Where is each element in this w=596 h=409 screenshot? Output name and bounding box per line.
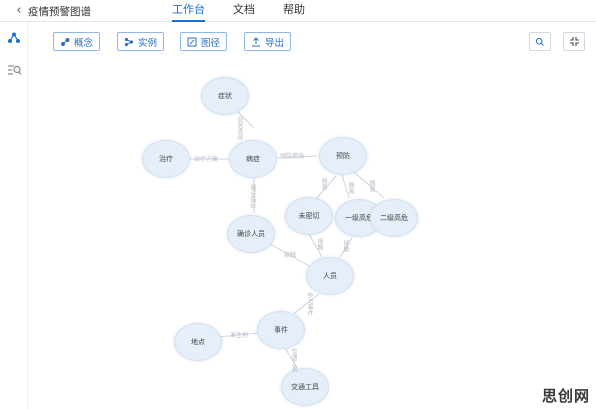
search-button[interactable] [529,32,551,51]
graph-node-location[interactable]: 地点 [174,323,222,361]
graph-node-vehicle[interactable]: 交通工具 [281,368,329,406]
chevron-left-icon[interactable]: ‹ [12,3,26,18]
edge-label: 隔离 [368,180,375,192]
export-button-label: 导出 [265,37,285,49]
edge-label: 预防措施 [280,153,305,160]
edge-label: 接触 [284,252,297,259]
export-button[interactable]: 导出 [244,32,292,51]
path-icon [187,37,197,47]
collapse-button[interactable] [563,32,585,51]
watermark: 思创网 [541,387,590,405]
edge-label: 症状表现 [236,116,243,140]
edge-label: 交通工具 [290,348,297,372]
graph-node-level2-risk[interactable]: 二级高危 [370,199,418,237]
graph-node-event[interactable]: 事件 [257,311,305,349]
path-button[interactable]: 图径 [180,32,228,51]
instance-icon [124,37,134,47]
concept-button-label: 概念 [74,37,94,49]
graph-node-prevention[interactable]: 预防 [319,137,367,175]
tab-help[interactable]: 帮助 [283,2,305,22]
edge-label: 发生地 [230,332,249,339]
concept-button[interactable]: 概念 [53,32,101,51]
graph-node-unconfirmed[interactable]: 未密切 [285,197,333,235]
collapse-icon [569,32,580,51]
edge-label: 接触 [342,240,349,252]
graph-node-disease[interactable]: 病症 [229,140,277,178]
concept-icon [60,37,70,47]
sidebar [0,23,28,409]
list-search-icon[interactable] [4,61,24,79]
edge-label: 隔离 [320,178,327,190]
path-button-label: 图径 [201,37,221,49]
top-bar: ‹ 疫情预警图谱 工作台 文档 帮助 [0,0,596,22]
graph-network-icon[interactable] [4,29,24,47]
graph-node-confirmed-person[interactable]: 确诊人员 [227,215,275,253]
edge-label: 参与事件 [306,292,313,316]
graph-canvas[interactable]: 症状 治疗 病症 预防 未密切 一级高危 二级高危 确诊人员 人员 地点 事件 … [29,58,596,409]
edge-label: 确诊病症 [249,184,256,208]
graph-node-symptom[interactable]: 症状 [201,77,249,115]
export-icon [251,36,261,47]
tab-docs[interactable]: 文档 [233,2,255,22]
graph-node-treatment[interactable]: 治疗 [142,140,190,178]
edge-label: 接触 [316,238,323,250]
instance-button-label: 实例 [138,37,158,49]
tab-workbench[interactable]: 工作台 [172,2,205,22]
page-title: 疫情预警图谱 [28,6,91,18]
search-icon [535,32,545,51]
graph-node-person[interactable]: 人员 [306,257,354,295]
instance-button[interactable]: 实例 [117,32,165,51]
edge-label: 治疗方案 [194,156,219,163]
edge-label: 隔离 [347,182,354,194]
